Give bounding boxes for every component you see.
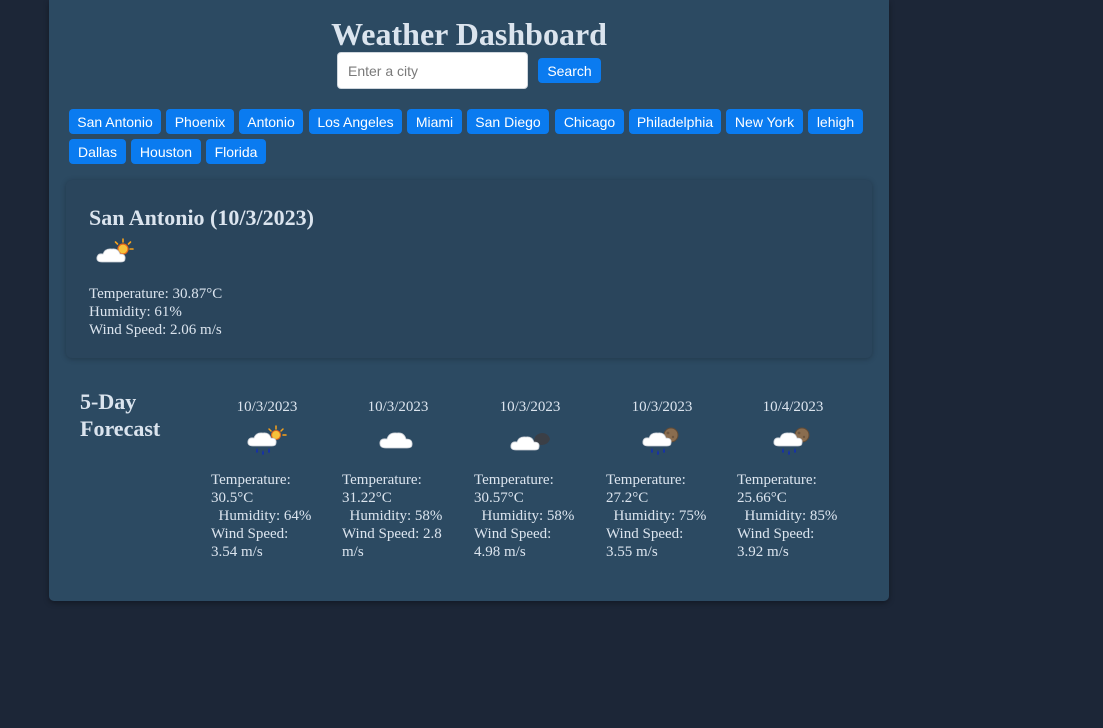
forecast-temperature-label: Temperature:	[211, 472, 291, 488]
forecast-temperature-label: Temperature:	[474, 472, 554, 488]
city-button-chicago[interactable]: Chicago	[555, 109, 624, 134]
city-search-input[interactable]	[337, 52, 528, 89]
forecast-date: 10/3/2023	[499, 399, 561, 415]
forecast-temperature-label: Temperature:	[737, 472, 817, 488]
city-button-new-york[interactable]: New York	[726, 109, 803, 134]
search-button[interactable]: Search	[538, 58, 601, 83]
forecast-wind-label: Wind Speed:	[606, 526, 684, 542]
forecast-humidity: Humidity: 64%	[218, 508, 312, 524]
forecast-wind-label: Wind Speed:	[474, 526, 552, 542]
forecast-wind-speed: 3.55 m/s	[606, 544, 658, 560]
forecast-temperature: 31.22°C	[342, 490, 392, 506]
forecast-wind-label: Wind Speed:	[211, 526, 289, 542]
forecast-day-card: 10/3/2023 Temperature: 30.5°C Humidity: …	[211, 398, 331, 568]
forecast-day-card: 10/3/2023 Temperature: 30.57°C Humidity:…	[474, 398, 594, 568]
night-rain-icon	[773, 427, 810, 455]
cloud-icon	[379, 432, 413, 449]
forecast-temperature: 27.2°C	[606, 490, 649, 506]
city-button-dallas[interactable]: Dallas	[69, 139, 126, 164]
forecast-humidity: Humidity: 85%	[744, 508, 838, 524]
city-button-houston[interactable]: Houston	[131, 139, 201, 164]
forecast-temperature: 30.5°C	[211, 490, 254, 506]
city-button-florida[interactable]: Florida	[206, 139, 266, 164]
forecast-day-card: 10/3/2023 Temperature: 31.22°C Humidity:…	[342, 398, 462, 568]
forecast-date: 10/3/2023	[236, 399, 298, 415]
city-button-san-antonio[interactable]: San Antonio	[69, 109, 161, 134]
forecast-date: 10/3/2023	[367, 399, 429, 415]
page-title: Weather Dashboard	[331, 16, 607, 52]
forecast-humidity: Humidity: 75%	[613, 508, 707, 524]
sun-rain-icon	[247, 425, 287, 455]
current-city-title: San Antonio (10/3/2023)	[89, 205, 314, 230]
city-button-miami[interactable]: Miami	[407, 109, 462, 134]
forecast-temperature: 25.66°C	[737, 490, 787, 506]
night-rain-icon	[642, 427, 679, 455]
city-button-los-angeles[interactable]: Los Angeles	[309, 109, 402, 134]
forecast-humidity: Humidity: 58%	[349, 508, 443, 524]
forecast-wind-speed: 3.92 m/s	[737, 544, 789, 560]
forecast-temperature-label: Temperature:	[606, 472, 686, 488]
forecast-wind-speed: m/s	[342, 544, 364, 560]
forecast-wind-label: Wind Speed: 2.8	[342, 526, 442, 542]
forecast-wind-speed: 4.98 m/s	[474, 544, 526, 560]
forecast-temperature: 30.57°C	[474, 490, 524, 506]
forecast-date: 10/3/2023	[631, 399, 693, 415]
forecast-date: 10/4/2023	[762, 399, 824, 415]
moon-behind-cloud-icon	[510, 433, 550, 451]
dashboard-panel: Weather Dashboard Search San Antonio Pho…	[49, 0, 889, 601]
forecast-day-card: 10/4/2023 Temperature: 25.66°C Humidity:…	[737, 398, 857, 568]
forecast-heading: 5-Day Forecast	[80, 389, 161, 441]
forecast-wind-label: Wind Speed:	[737, 526, 815, 542]
sun-behind-cloud-icon	[96, 238, 134, 263]
city-button-philadelphia[interactable]: Philadelphia	[629, 109, 721, 134]
forecast-day-card: 10/3/2023 Temperature: 27.2°C Humidity: …	[606, 398, 726, 568]
current-humidity: Humidity: 61%	[89, 304, 182, 320]
city-button-san-diego[interactable]: San Diego	[467, 109, 549, 134]
city-button-phoenix[interactable]: Phoenix	[166, 109, 234, 134]
forecast-wind-speed: 3.54 m/s	[211, 544, 263, 560]
current-wind-speed: Wind Speed: 2.06 m/s	[89, 322, 222, 338]
current-temperature: Temperature: 30.87°C	[89, 286, 223, 302]
forecast-humidity: Humidity: 58%	[481, 508, 575, 524]
forecast-temperature-label: Temperature:	[342, 472, 422, 488]
city-button-antonio[interactable]: Antonio	[239, 109, 303, 134]
current-weather-card: San Antonio (10/3/2023) Temperature: 30.…	[66, 180, 872, 358]
city-button-lehigh[interactable]: lehigh	[808, 109, 863, 134]
